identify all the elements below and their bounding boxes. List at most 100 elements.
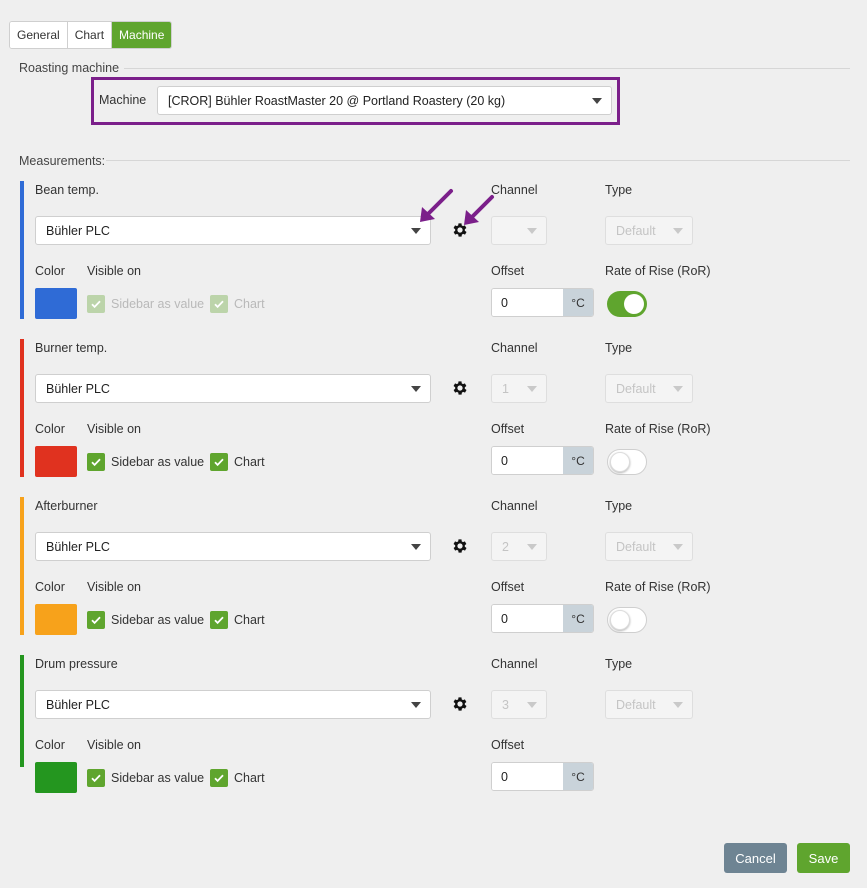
type-select[interactable]: Default (605, 690, 693, 719)
type-select[interactable]: Default (605, 374, 693, 403)
ror-label: Rate of Rise (RoR) (605, 264, 711, 278)
chart-checkbox[interactable]: Chart (210, 453, 265, 471)
channel-select[interactable]: 1 (491, 374, 547, 403)
color-swatch[interactable] (35, 288, 77, 319)
source-select[interactable]: Bühler PLC (35, 690, 431, 719)
channel-label: Channel (491, 341, 538, 355)
visible-on-label: Visible on (87, 580, 141, 594)
channel-select-value: 1 (502, 381, 509, 396)
color-label: Color (35, 422, 65, 436)
measurement-color-bar (20, 181, 24, 319)
chart-checkbox[interactable]: Chart (210, 295, 265, 313)
gear-icon[interactable] (451, 221, 469, 239)
measurement-color-bar (20, 655, 24, 767)
chevron-down-icon (592, 97, 602, 104)
arrow-to-gear (470, 195, 494, 219)
channel-select[interactable] (491, 216, 547, 245)
offset-label: Offset (491, 422, 525, 436)
source-select[interactable]: Bühler PLC (35, 374, 431, 403)
source-select[interactable]: Bühler PLC (35, 216, 431, 245)
sidebar-checkbox[interactable]: Sidebar as value (87, 453, 204, 471)
offset-field: °C (491, 762, 594, 791)
ror-label: Rate of Rise (RoR) (605, 422, 711, 436)
channel-label: Channel (491, 657, 538, 671)
ror-toggle[interactable] (607, 449, 647, 475)
chevron-down-icon (411, 701, 421, 708)
source-select-value: Bühler PLC (46, 223, 110, 238)
settings-tabs: General Chart Machine (9, 21, 173, 49)
offset-field: °C (491, 288, 594, 317)
gear-icon[interactable] (451, 379, 469, 397)
tab-general[interactable]: General (10, 22, 68, 48)
chevron-down-icon (527, 227, 537, 234)
machine-highlight-box: Machine [CROR] Bühler RoastMaster 20 @ P… (91, 77, 620, 125)
visible-on-label: Visible on (87, 264, 141, 278)
chevron-down-icon (411, 227, 421, 234)
check-icon (210, 295, 228, 313)
color-swatch[interactable] (35, 604, 77, 635)
sidebar-checkbox-label: Sidebar as value (111, 613, 205, 627)
cancel-button[interactable]: Cancel (724, 843, 787, 873)
chevron-down-icon (673, 701, 683, 708)
measurements-legend: Measurements: (19, 154, 106, 168)
offset-input[interactable] (492, 289, 563, 316)
offset-input[interactable] (492, 447, 563, 474)
toggle-knob (610, 610, 630, 630)
offset-input[interactable] (492, 605, 563, 632)
measurement-color-bar (20, 497, 24, 635)
type-select-value: Default (616, 697, 656, 712)
legend-divider (124, 68, 850, 69)
sidebar-checkbox[interactable]: Sidebar as value (87, 769, 204, 787)
color-label: Color (35, 580, 65, 594)
measurement-name: Afterburner (35, 499, 98, 513)
type-label: Type (605, 657, 633, 671)
arrow-to-dropdown (426, 189, 453, 216)
offset-input[interactable] (492, 763, 563, 790)
channel-select[interactable]: 2 (491, 532, 547, 561)
color-label: Color (35, 264, 65, 278)
measurement-color-bar (20, 339, 24, 477)
channel-select-value: 3 (502, 697, 509, 712)
gear-icon[interactable] (451, 695, 469, 713)
type-select-value: Default (616, 381, 656, 396)
chart-checkbox-label: Chart (234, 771, 265, 785)
color-swatch[interactable] (35, 762, 77, 793)
visible-on-label: Visible on (87, 738, 141, 752)
sidebar-checkbox[interactable]: Sidebar as value (87, 611, 204, 629)
type-label: Type (605, 341, 633, 355)
unit-label: °C (563, 763, 593, 790)
unit-label: °C (563, 289, 593, 316)
color-swatch[interactable] (35, 446, 77, 477)
tab-chart[interactable]: Chart (67, 22, 113, 48)
save-button[interactable]: Save (797, 843, 850, 873)
visible-on-label: Visible on (87, 422, 141, 436)
channel-label: Channel (491, 183, 538, 197)
chevron-down-icon (411, 543, 421, 550)
channel-select[interactable]: 3 (491, 690, 547, 719)
roasting-machine-legend: Roasting machine (19, 61, 120, 75)
type-select[interactable]: Default (605, 532, 693, 561)
chart-checkbox-label: Chart (234, 613, 265, 627)
ror-toggle[interactable] (607, 607, 647, 633)
channel-select-value: 2 (502, 539, 509, 554)
machine-select[interactable]: [CROR] Bühler RoastMaster 20 @ Portland … (157, 86, 612, 115)
gear-icon[interactable] (451, 537, 469, 555)
tab-machine[interactable]: Machine (112, 22, 172, 48)
ror-label: Rate of Rise (RoR) (605, 580, 711, 594)
chart-checkbox[interactable]: Chart (210, 769, 265, 787)
sidebar-checkbox-label: Sidebar as value (111, 455, 205, 469)
type-select-value: Default (616, 539, 656, 554)
check-icon (87, 769, 105, 787)
type-select[interactable]: Default (605, 216, 693, 245)
source-select[interactable]: Bühler PLC (35, 532, 431, 561)
chevron-down-icon (673, 227, 683, 234)
sidebar-checkbox[interactable]: Sidebar as value (87, 295, 204, 313)
toggle-knob (610, 452, 630, 472)
source-select-value: Bühler PLC (46, 381, 110, 396)
legend-divider (106, 160, 850, 161)
chart-checkbox[interactable]: Chart (210, 611, 265, 629)
measurement-name: Burner temp. (35, 341, 108, 355)
source-select-value: Bühler PLC (46, 697, 110, 712)
ror-toggle[interactable] (607, 291, 647, 317)
check-icon (87, 611, 105, 629)
